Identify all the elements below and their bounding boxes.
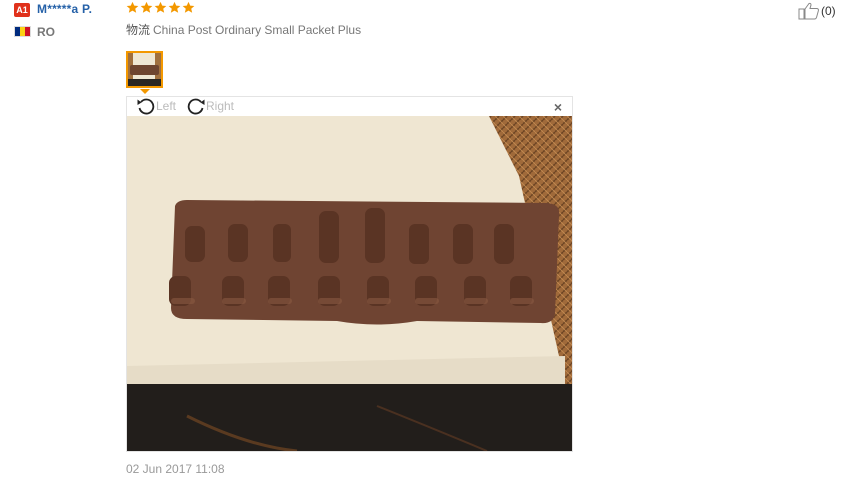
logistics-value: China Post Ordinary Small Packet Plus bbox=[153, 23, 362, 37]
star-icon bbox=[126, 1, 139, 13]
rotate-left-label: Left bbox=[156, 99, 177, 113]
rotate-right-label: Right bbox=[206, 99, 235, 113]
photo-viewer: Left Right × bbox=[126, 96, 573, 452]
star-icon bbox=[154, 1, 167, 13]
star-icon bbox=[168, 1, 181, 13]
reviewer-level-badge: A1 bbox=[14, 3, 30, 17]
rotate-right-icon bbox=[187, 98, 205, 115]
thumbs-up-icon bbox=[798, 2, 819, 20]
reviewer-country: RO bbox=[37, 25, 55, 39]
rotate-left-icon bbox=[137, 98, 155, 115]
helpful-count: (0) bbox=[821, 4, 836, 18]
review-date: 02 Jun 2017 11:08 bbox=[126, 462, 225, 476]
rating-stars bbox=[126, 1, 195, 14]
helpful-button[interactable]: (0) bbox=[798, 2, 836, 20]
thumbnail-image bbox=[128, 53, 161, 86]
thumbnail-selected-caret bbox=[140, 89, 150, 94]
review-photo bbox=[127, 116, 572, 451]
logistics-label: 物流 bbox=[126, 23, 151, 37]
reviewer-name[interactable]: M*****a P. bbox=[37, 2, 92, 16]
country-flag-icon bbox=[14, 26, 31, 37]
viewer-toolbar: Left Right × bbox=[127, 97, 572, 116]
rotate-left-button[interactable]: Left bbox=[136, 97, 176, 115]
star-icon bbox=[140, 1, 153, 13]
close-viewer-button[interactable]: × bbox=[554, 99, 562, 115]
star-icon bbox=[182, 1, 195, 13]
logistics-info: 物流 China Post Ordinary Small Packet Plus bbox=[126, 21, 361, 38]
rotate-right-button[interactable]: Right bbox=[186, 97, 234, 115]
review-photo-thumbnail[interactable] bbox=[126, 51, 163, 88]
